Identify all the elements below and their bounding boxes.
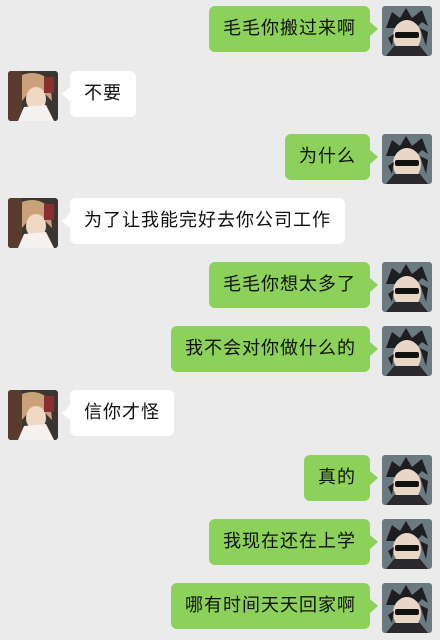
chat-message-sent: 我不会对你做什么的 — [171, 326, 432, 376]
avatar-boy-image — [382, 326, 432, 376]
my-avatar[interactable] — [382, 6, 432, 56]
sent-message-bubble[interactable]: 毛毛你想太多了 — [209, 262, 378, 308]
received-message-bubble[interactable]: 不要 — [62, 71, 136, 117]
avatar-boy-image — [382, 519, 432, 569]
avatar-boy-image — [382, 134, 432, 184]
chat-message-sent: 毛毛你想太多了 — [209, 262, 432, 312]
sent-message-bubble[interactable]: 哪有时间天天回家啊 — [171, 583, 378, 629]
contact-avatar[interactable] — [8, 198, 58, 248]
contact-avatar[interactable] — [8, 71, 58, 121]
my-avatar[interactable] — [382, 583, 432, 633]
sent-message-bubble[interactable]: 为什么 — [285, 134, 378, 180]
contact-avatar[interactable] — [8, 390, 58, 440]
chat-message-received: 为了让我能完好去你公司工作 — [8, 198, 345, 248]
my-avatar[interactable] — [382, 326, 432, 376]
avatar-boy-image — [382, 455, 432, 505]
my-avatar[interactable] — [382, 134, 432, 184]
my-avatar[interactable] — [382, 262, 432, 312]
chat-message-sent: 为什么 — [285, 134, 432, 184]
sent-message-bubble[interactable]: 真的 — [304, 455, 378, 501]
avatar-boy-image — [382, 262, 432, 312]
chat-message-received: 信你才怪 — [8, 390, 174, 440]
chat-message-received: 不要 — [8, 71, 136, 121]
avatar-girl-image — [8, 198, 58, 248]
my-avatar[interactable] — [382, 455, 432, 505]
received-message-bubble[interactable]: 为了让我能完好去你公司工作 — [62, 198, 345, 244]
chat-message-sent: 真的 — [304, 455, 432, 505]
sent-message-bubble[interactable]: 我现在还在上学 — [209, 519, 378, 565]
chat-message-sent: 毛毛你搬过来啊 — [209, 6, 432, 56]
avatar-girl-image — [8, 71, 58, 121]
chat-message-sent: 哪有时间天天回家啊 — [171, 583, 432, 633]
received-message-bubble[interactable]: 信你才怪 — [62, 390, 174, 436]
sent-message-bubble[interactable]: 毛毛你搬过来啊 — [209, 6, 378, 52]
avatar-boy-image — [382, 6, 432, 56]
sent-message-bubble[interactable]: 我不会对你做什么的 — [171, 326, 378, 372]
my-avatar[interactable] — [382, 519, 432, 569]
chat-thread: 毛毛你搬过来啊 不要 为什么 为了让我能完好去你公司工作 毛毛你想太多了 我不会… — [0, 0, 440, 640]
chat-message-sent: 我现在还在上学 — [209, 519, 432, 569]
avatar-boy-image — [382, 583, 432, 633]
avatar-girl-image — [8, 390, 58, 440]
